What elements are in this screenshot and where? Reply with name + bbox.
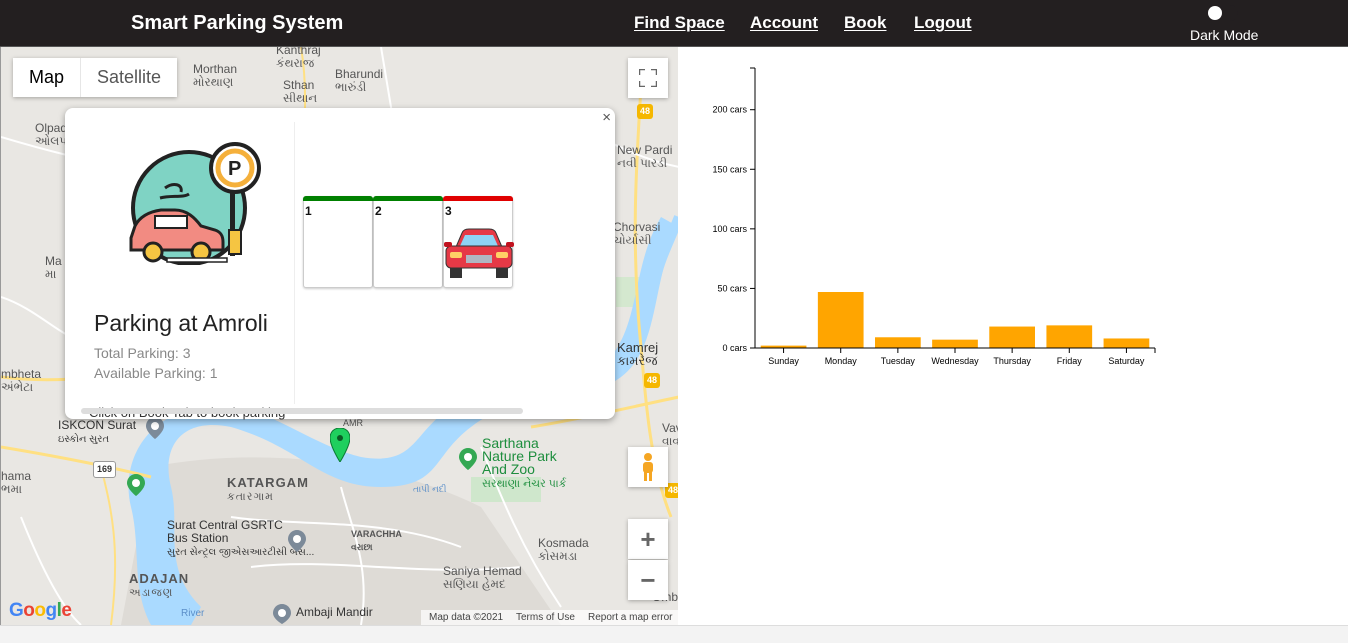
map-label: River [181, 608, 205, 619]
map-label-katargam: KATARGAM કતારગામ [227, 475, 309, 503]
map-type-control: Map Satellite [13, 58, 178, 97]
slot-status-bar [443, 196, 513, 201]
parking-slot[interactable]: 2 [373, 196, 443, 288]
nav-account[interactable]: Account [750, 13, 818, 33]
map-label: Ambaji Mandir [296, 605, 373, 619]
page-bottom-strip [0, 625, 1348, 643]
parking-slot[interactable]: 3 [443, 196, 514, 288]
parking-location-marker[interactable] [330, 428, 350, 462]
zoom-in-button[interactable]: + [628, 519, 668, 559]
road-shield: 48 [637, 104, 654, 119]
zoo-pin-icon [459, 448, 477, 470]
bar-monday[interactable] [817, 292, 864, 348]
map-label: Sthan સીથાન [283, 78, 318, 105]
bars [760, 292, 1150, 348]
map-label-adajan: ADAJAN અડાજણ [129, 571, 190, 599]
bus-station-pin-icon [288, 530, 306, 552]
map-label: New Pardi નવી પારડી [617, 143, 673, 170]
map-type-map-button[interactable]: Map [13, 58, 82, 97]
parking-title: Parking at Amroli [94, 310, 268, 336]
map-label: તાપી નદી [413, 484, 447, 494]
fullscreen-icon [639, 69, 657, 87]
map-label: mbheta અંભેટા [1, 367, 42, 394]
map-label: hama ભમા [1, 469, 32, 496]
parking-summary: P Parking at Amroli Total Parking: 3 Ava… [77, 122, 295, 420]
map-label: Saniya Hemad સણિયા હેમદ [443, 564, 522, 591]
map-data-attribution: Map data ©2021 [429, 612, 504, 623]
pegman-icon [643, 453, 653, 481]
brand-title[interactable]: Smart Parking System [131, 12, 343, 35]
map-label: Vavવાવ [662, 421, 678, 448]
map-label: Bharundi ભારુંડી [335, 67, 384, 94]
weekly-cars-bar-chart: 0 cars 50 cars 100 cars 150 cars 200 cars Su… [712, 67, 1156, 366]
map-label: Chorvasi ચોર્યાસી [613, 220, 661, 247]
x-tick-label: Thursday [993, 356, 1031, 366]
y-tick-label: 0 cars [722, 343, 747, 353]
slot-number: 3 [445, 204, 452, 218]
bar-tuesday[interactable] [875, 337, 921, 348]
car-icon [444, 228, 514, 278]
park-pin-icon [127, 474, 145, 496]
road-shield: 48 [644, 373, 661, 388]
y-tick-label: 100 cars [712, 224, 747, 234]
bar-saturday[interactable] [1103, 338, 1150, 348]
available-parking-text: Available Parking: 1 [94, 365, 218, 381]
toggle-knob [1208, 6, 1222, 20]
nav-book[interactable]: Book [844, 13, 887, 33]
report-map-error-link[interactable]: Report a map error [588, 612, 672, 623]
bar-thursday[interactable] [989, 326, 1035, 348]
popup-scrollbar[interactable] [81, 408, 523, 414]
map-label-sarthana: Sarthana Nature Park And Zoo સરથાણા નેચર … [482, 435, 567, 490]
terms-of-use-link[interactable]: Terms of Use [516, 612, 575, 623]
x-axis: Sunday Monday Tuesday Wednesday Thursday Frid… [755, 347, 1156, 366]
dark-mode-label: Dark Mode [1190, 27, 1259, 43]
x-tick-label: Friday [1057, 356, 1083, 366]
map-label: Kamrej કામરેજ [617, 340, 659, 368]
fullscreen-button[interactable] [628, 58, 668, 98]
map-type-satellite-button[interactable]: Satellite [81, 58, 177, 97]
slot-number: 1 [305, 204, 312, 218]
x-tick-label: Sunday [768, 356, 799, 366]
map-label: Kanthraj કંથરાજ [276, 47, 321, 70]
navbar: Smart Parking System Find Space Account … [0, 0, 1348, 47]
google-logo: Google [9, 600, 72, 621]
y-tick-label: 200 cars [712, 105, 747, 115]
temple-pin-icon [273, 604, 291, 624]
map-label: ISKCON Surat ઇસ્કોન સુરત [58, 418, 137, 446]
street-view-button[interactable] [628, 447, 668, 487]
svg-text:P: P [228, 158, 241, 180]
y-axis: 0 cars 50 cars 100 cars 150 cars 200 cars [712, 67, 756, 353]
slot-number: 2 [375, 204, 382, 218]
temple-pin-icon [146, 417, 164, 439]
y-tick-label: 50 cars [717, 283, 747, 293]
map-label: Ma મા [45, 254, 62, 281]
x-tick-label: Wednesday [931, 356, 979, 366]
slot-status-bar [303, 196, 373, 201]
x-tick-label: Saturday [1108, 356, 1145, 366]
road-shield: 169 [93, 461, 117, 478]
x-tick-label: Tuesday [881, 356, 916, 366]
map-label: VARACHHA વરાછા [351, 529, 402, 552]
map-view[interactable]: Kanthraj કંથરાજ Morthan મોરથાણ Bharundi ભાર… [0, 47, 678, 625]
dark-mode-toggle[interactable] [1206, 5, 1238, 21]
parking-slot[interactable]: 1 [303, 196, 373, 288]
close-icon[interactable]: × [602, 109, 611, 126]
y-tick-label: 150 cars [712, 164, 747, 174]
bar-friday[interactable] [1046, 325, 1093, 348]
map-label: Kosmada કોસમડા [538, 536, 589, 563]
total-parking-text: Total Parking: 3 [94, 345, 191, 361]
nav-logout[interactable]: Logout [914, 13, 972, 33]
slot-status-bar [373, 196, 443, 201]
parking-info-window: × P Parking at Amroli Total Parking: 3 A… [65, 108, 615, 420]
zoom-out-button[interactable]: − [628, 560, 668, 600]
map-label: Morthan મોરથાણ [193, 62, 238, 89]
bar-wednesday[interactable] [932, 339, 978, 348]
parking-illustration-icon: P [129, 142, 261, 265]
x-tick-label: Monday [825, 356, 858, 366]
nav-find-space[interactable]: Find Space [634, 13, 725, 33]
